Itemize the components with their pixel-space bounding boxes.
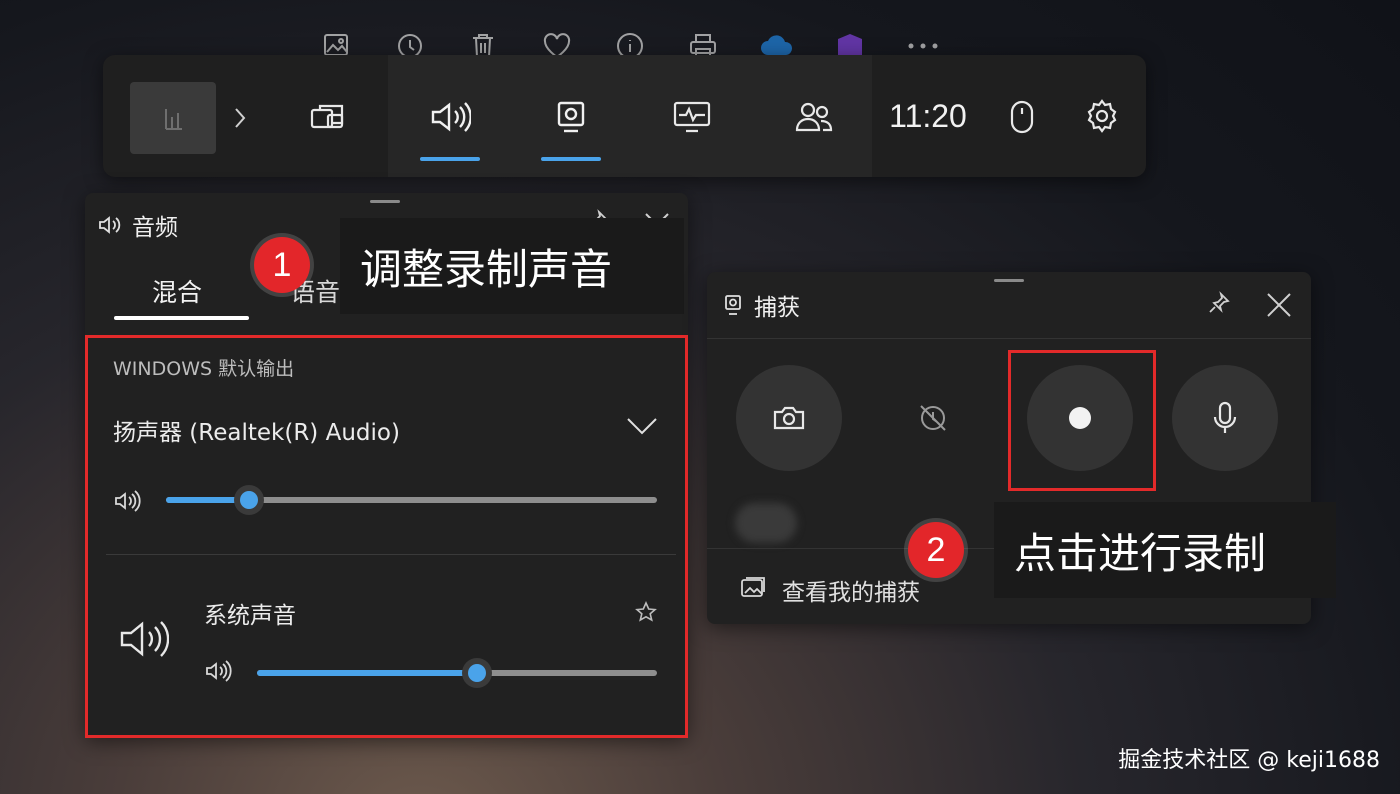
callout-two-text: 点击进行录制: [1014, 528, 1267, 578]
audio-tab-indicator: [420, 157, 480, 161]
step-badge-two: 2: [908, 522, 964, 578]
star-icon[interactable]: [632, 598, 660, 626]
app-volume-icon: [204, 659, 234, 683]
app-volume-thumb[interactable]: [462, 658, 492, 688]
multitask-icon[interactable]: [300, 94, 356, 140]
microphone-button[interactable]: [1172, 365, 1278, 471]
widget-thumbnail[interactable]: [130, 82, 216, 154]
system-sound-icon: [116, 616, 172, 662]
capture-pin-icon[interactable]: [1204, 288, 1234, 318]
audio-panel-title: 音频: [132, 215, 178, 241]
speaker-volume-icon: [112, 488, 144, 514]
app-volume-slider[interactable]: [257, 658, 657, 688]
capture-panel-icon: [722, 292, 744, 318]
divider: [106, 554, 676, 555]
camera-icon: [773, 406, 805, 430]
mouse-icon[interactable]: [1000, 94, 1044, 140]
drag-handle[interactable]: [370, 200, 400, 203]
gear-icon[interactable]: [1078, 92, 1126, 140]
app-volume-fill: [257, 670, 477, 676]
audio-settings-highlight: [85, 335, 688, 738]
microphone-icon: [1213, 401, 1237, 433]
capture-tab-indicator: [541, 157, 601, 161]
chevron-right-icon[interactable]: [226, 100, 254, 136]
audio-icon[interactable]: [420, 94, 480, 140]
social-icon[interactable]: [784, 94, 844, 140]
step-badge-one: 1: [254, 237, 310, 293]
clock: 11:20: [889, 98, 967, 134]
screenshot-button[interactable]: [736, 365, 842, 471]
master-volume-slider[interactable]: [166, 485, 657, 515]
callout-one-text: 调整录制声音: [360, 244, 613, 294]
record-button-highlight: [1008, 350, 1156, 491]
performance-icon[interactable]: [662, 94, 722, 140]
output-device-name[interactable]: 扬声器 (Realtek(R) Audio): [113, 413, 400, 447]
chevron-down-icon[interactable]: [622, 410, 662, 442]
blurred-thumbnail: [735, 503, 797, 543]
callout-two: 点击进行录制: [994, 502, 1336, 598]
view-captures-link[interactable]: 查看我的捕获: [782, 573, 920, 607]
tab-mix[interactable]: 混合: [152, 273, 202, 309]
capture-divider: [707, 338, 1311, 339]
record-last-button[interactable]: [880, 365, 986, 471]
capture-close-icon[interactable]: [1262, 288, 1296, 322]
callout-one: 调整录制声音: [340, 218, 684, 314]
section-label: WINDOWS 默认输出: [113, 358, 295, 380]
capture-icon[interactable]: [541, 94, 601, 140]
tab-mix-indicator: [114, 316, 249, 320]
capture-drag-handle[interactable]: [994, 279, 1024, 282]
capture-panel-title: 捕获: [754, 295, 800, 321]
master-volume-thumb[interactable]: [234, 485, 264, 515]
app-name: 系统声音: [204, 603, 296, 629]
gallery-icon: [738, 574, 768, 602]
watermark: 掘金技术社区 @ keji1688: [1118, 748, 1380, 773]
record-last-disabled-icon: [920, 405, 946, 431]
audio-panel-icon: [96, 212, 124, 238]
